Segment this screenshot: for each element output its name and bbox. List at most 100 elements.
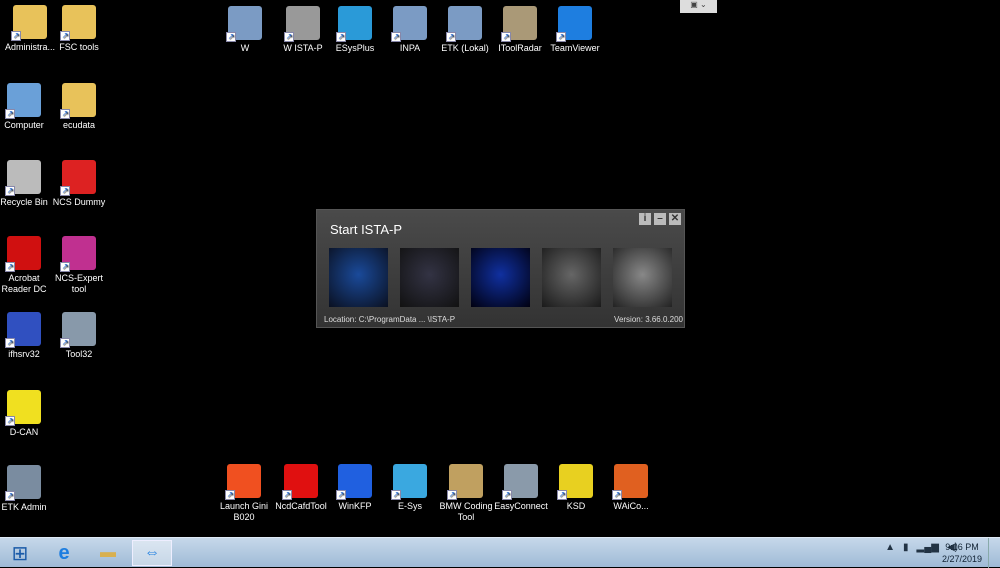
shortcut-arrow-icon: ↗ [11,31,21,41]
icon-label: Computer [4,120,44,130]
icon-label: W ISTA-P [283,43,323,53]
close-button[interactable]: ✕ [669,213,681,225]
desktop-icon-fsc-tools[interactable]: ↗ FSC tools [49,5,109,53]
explorer-icon[interactable]: ▬ [88,540,128,566]
desktop-icon-ifhsrv32[interactable]: ↗ ifhsrv32 [0,312,54,360]
clock[interactable]: 9:16 PM 2/27/2019 [942,541,982,565]
shortcut-arrow-icon: ↗ [225,490,235,500]
tray-expand-icon[interactable]: ▲ [885,542,895,553]
desktop-icon-inpa[interactable]: ↗ INPA [380,6,440,54]
desktop-icon-e-sys[interactable]: ↗ E-Sys [380,464,440,512]
eye-icon: ↗ [60,312,96,348]
power-icon[interactable]: ▮ [903,542,909,553]
network-icon[interactable]: ▂▄▆ [917,542,939,553]
show-desktop-button[interactable] [988,538,1000,568]
desktop-icon-w-ista-p[interactable]: ↗ W ISTA-P [273,6,333,54]
shortcut-arrow-icon: ↗ [5,338,15,348]
shortcut-arrow-icon: ↗ [5,262,15,272]
desktop-icon-ecudata[interactable]: ↗ ecudata [49,83,109,131]
winkfp-icon: ↗ [336,464,372,500]
tile-motorcycle[interactable] [400,248,459,307]
teamviewer-icon: ↗ [556,6,592,42]
desktop-icon-recycle-bin[interactable]: ↗ Recycle Bin [0,160,54,208]
shortcut-arrow-icon: ↗ [557,490,567,500]
shortcut-arrow-icon: ↗ [60,338,70,348]
start-button[interactable]: ⊞ [0,540,40,566]
ncdcafd-icon: ↗ [282,464,318,500]
shortcut-arrow-icon: ↗ [336,490,346,500]
shortcut-arrow-icon: ↗ [501,32,511,42]
desktop-icon-waico-[interactable]: ↗ WAiCo... [601,464,661,512]
desktop-icon-winkfp[interactable]: ↗ WinKFP [325,464,385,512]
shortcut-arrow-icon: ↗ [447,490,457,500]
shortcut-arrow-icon: ↗ [60,31,70,41]
desktop-icon-computer[interactable]: ↗ Computer [0,83,54,131]
icon-label: NcdCafdTool [275,501,327,511]
icon-label: WinKFP [338,501,372,511]
icon-label: E-Sys [397,501,422,511]
etk-admin-icon: ↗ [5,465,41,501]
ncs-expert-icon: ↗ [60,236,96,272]
teamviewer-taskbar-icon[interactable]: ⇔ [132,540,172,566]
desktop-icon-tool32[interactable]: ↗ Tool32 [49,312,109,360]
icon-label: NCS-Expert tool [54,273,103,294]
icon-label: TeamViewer [550,43,600,53]
inpa-icon: ↗ [391,6,427,42]
icon-label: EasyConnect [494,501,548,511]
icon-label: Launch Gini B020 [219,501,269,522]
folder-icon: ↗ [60,83,96,119]
internet-explorer-icon[interactable]: e [44,540,84,566]
desktop-icon-easyconnect[interactable]: ↗ EasyConnect [491,464,551,512]
desktop-icon-ncs-dummy[interactable]: ↗ NCS Dummy [49,160,109,208]
desktop-icon-w[interactable]: ↗ W [215,6,275,54]
shortcut-arrow-icon: ↗ [446,32,456,42]
acrobat-icon: ↗ [5,236,41,272]
icon-label: ETK Admin [1,502,47,512]
tile-bmw-logo[interactable] [471,248,530,307]
minimize-button[interactable]: – [654,213,666,225]
desktop-icon-ncdcafdtool[interactable]: ↗ NcdCafdTool [271,464,331,512]
flame-icon: ↗ [225,464,261,500]
version-text: Version: 3.66.0.200 [614,315,683,324]
icon-label: INPA [399,43,421,53]
desktop-icon-teamviewer[interactable]: ↗ TeamViewer [545,6,605,54]
tile-car[interactable] [329,248,388,307]
shortcut-arrow-icon: ↗ [391,32,401,42]
icon-label: NCS Dummy [52,197,106,207]
desktop-icon-ksd[interactable]: ↗ KSD [546,464,606,512]
dialog-title: Start ISTA-P [330,222,402,237]
ksd-icon: ↗ [557,464,593,500]
ista-p-dialog: Start ISTA-P i – ✕ Location: C:\ProgramD… [316,209,685,328]
tile-mini[interactable] [542,248,601,307]
icon-label: ESysPlus [335,43,375,53]
shortcut-arrow-icon: ↗ [5,186,15,196]
desktop-icon-esysplus[interactable]: ↗ ESysPlus [325,6,385,54]
computer-icon: ↗ [5,83,41,119]
icon-label: BMW Coding Tool [439,501,493,522]
shortcut-arrow-icon: ↗ [60,186,70,196]
desktop-icon-acrobat-reader-dc[interactable]: ↗ Acrobat Reader DC [0,236,54,295]
esys-icon: ↗ [391,464,427,500]
desktop-icon-etk-lokal-[interactable]: ↗ ETK (Lokal) [435,6,495,54]
desktop-icon-d-can[interactable]: ↗ D-CAN [0,390,54,438]
tile-rolls-royce[interactable] [613,248,672,307]
waico-icon: ↗ [612,464,648,500]
desktop-icon-itoolradar[interactable]: ↗ IToolRadar [490,6,550,54]
desktop-icon-ncs-expert-tool[interactable]: ↗ NCS-Expert tool [49,236,109,295]
etk-icon: ↗ [446,6,482,42]
shortcut-arrow-icon: ↗ [5,416,15,426]
recycle-bin-icon: ↗ [5,160,41,196]
desktop-icon-etk-admin[interactable]: ↗ ETK Admin [0,465,54,513]
icon-label: ecudata [62,120,96,130]
desktop-icon-launch-gini-b020[interactable]: ↗ Launch Gini B020 [214,464,274,523]
ncs-dummy-icon: ↗ [60,160,96,196]
esysplus-icon: ↗ [336,6,372,42]
shortcut-arrow-icon: ↗ [226,32,236,42]
info-icon[interactable]: i [639,213,651,225]
shortcut-arrow-icon: ↗ [282,490,292,500]
taskbar: ⊞ e ▬ ⇔ ▲ ▮ ▂▄▆ ◀) 9:16 PM 2/27/2019 [0,537,1000,568]
ifhsrv-icon: ↗ [5,312,41,348]
desktop-icon-bmw-coding-tool[interactable]: ↗ BMW Coding Tool [436,464,496,523]
location-text: Location: C:\ProgramData ... \ISTA-P [324,315,456,324]
window-corner-controls[interactable]: ▣ ⌄ [680,0,717,13]
